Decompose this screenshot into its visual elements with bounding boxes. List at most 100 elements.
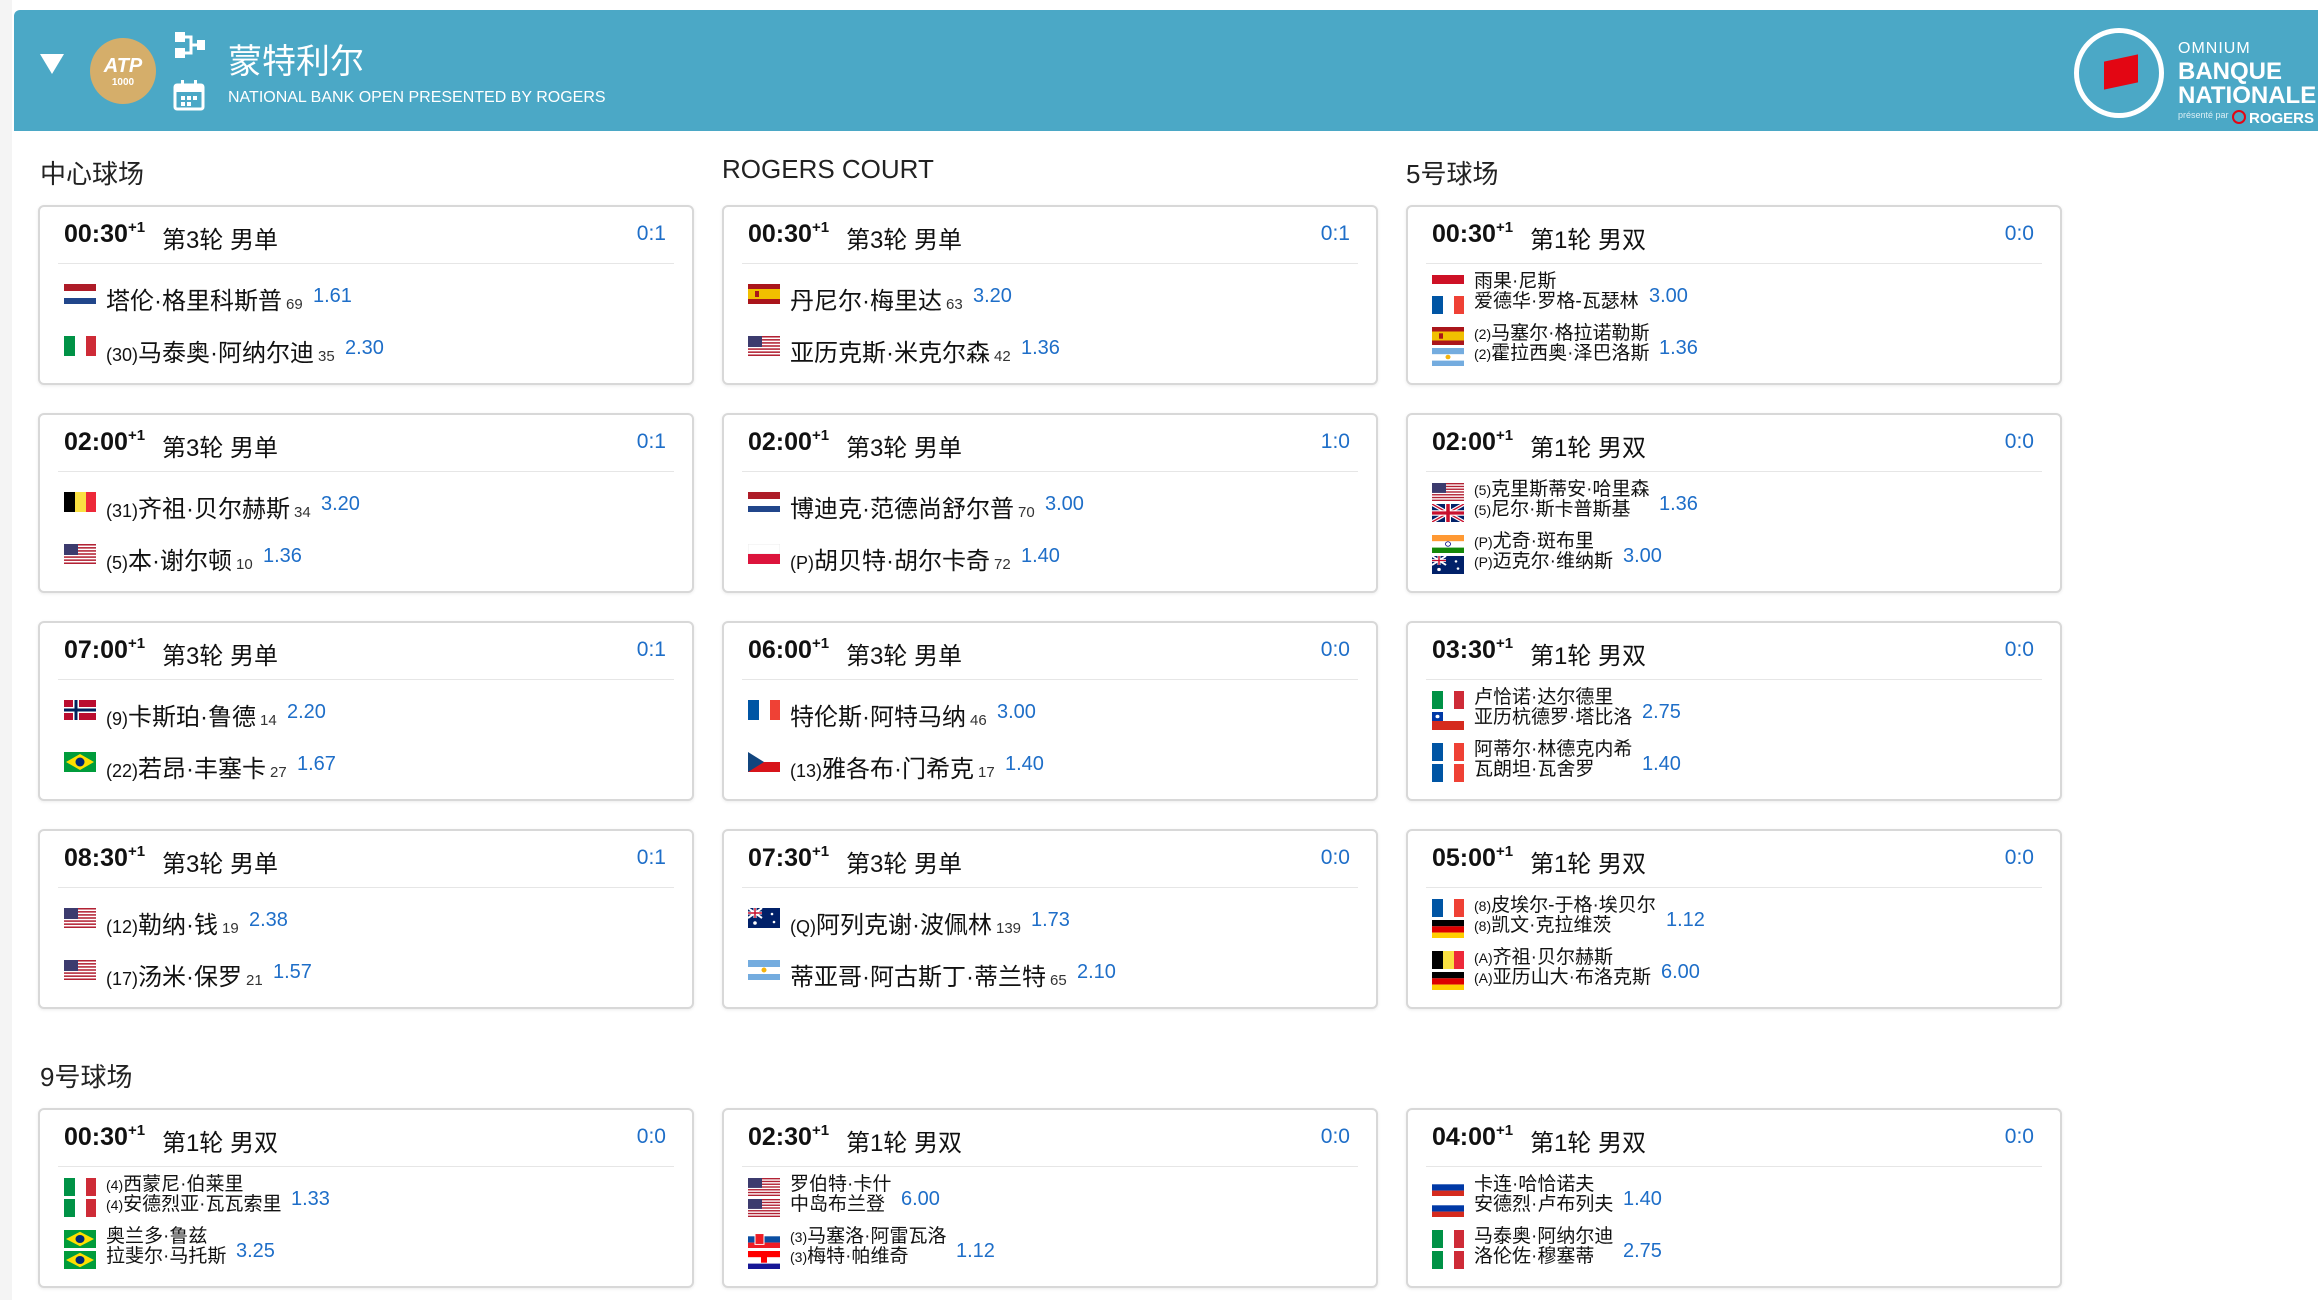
odds-value[interactable]: 1.67 bbox=[297, 753, 336, 776]
odds-value[interactable]: 1.73 bbox=[1031, 909, 1070, 932]
match-card[interactable]: 00:30+1 第3轮 男单 0:1 塔伦·格里科斯普 69 1.61 (30)马泰奥·阿纳… bbox=[38, 205, 694, 385]
match-score[interactable]: 0:0 bbox=[2005, 846, 2034, 870]
player-name[interactable]: (13)雅各布·门希克 17 bbox=[790, 749, 995, 784]
team-player-name[interactable]: 卡连·哈恰诺夫 bbox=[1474, 1175, 1594, 1195]
tournament-title[interactable]: 蒙特利尔 bbox=[228, 34, 364, 83]
odds-value[interactable]: 1.36 bbox=[1659, 337, 1698, 360]
team-player-name[interactable]: 中岛布兰登 bbox=[790, 1195, 885, 1215]
odds-value[interactable]: 2.75 bbox=[1642, 701, 1681, 724]
team-player-name[interactable]: 卢恰诺·达尔德里 bbox=[1474, 688, 1613, 708]
match-score[interactable]: 0:0 bbox=[1321, 1125, 1350, 1149]
odds-value[interactable]: 3.00 bbox=[1045, 493, 1084, 516]
match-card[interactable]: 02:00+1 第3轮 男单 0:1 (31)齐祖·贝尔赫斯 34 3.20 (5)本·谢尔… bbox=[38, 413, 694, 593]
player-name[interactable]: 博迪克·范德尚舒尔普 70 bbox=[790, 489, 1035, 524]
player-name[interactable]: (31)齐祖·贝尔赫斯 34 bbox=[106, 489, 311, 524]
match-card[interactable]: 05:00+1 第1轮 男双 0:0 (8)皮埃尔-于格·埃贝尔 (8)凯文·克拉维茨 1… bbox=[1406, 829, 2062, 1009]
odds-value[interactable]: 1.12 bbox=[1666, 909, 1705, 932]
team-player-name[interactable]: (P)迈克尔·维纳斯 bbox=[1474, 552, 1613, 572]
team-player-name[interactable]: 瓦朗坦·瓦舍罗 bbox=[1474, 760, 1594, 780]
match-score[interactable]: 0:0 bbox=[2005, 638, 2034, 662]
odds-value[interactable]: 3.25 bbox=[236, 1240, 275, 1263]
match-card[interactable]: 00:30+1 第3轮 男单 0:1 丹尼尔·梅里达 63 3.20 亚历克斯·米克尔森 42… bbox=[722, 205, 1378, 385]
odds-value[interactable]: 2.10 bbox=[1077, 961, 1116, 984]
odds-value[interactable]: 1.61 bbox=[313, 285, 352, 308]
odds-value[interactable]: 1.40 bbox=[1642, 753, 1681, 776]
odds-value[interactable]: 3.00 bbox=[1649, 285, 1688, 308]
odds-value[interactable]: 3.20 bbox=[973, 285, 1012, 308]
odds-value[interactable]: 2.38 bbox=[249, 909, 288, 932]
team-player-name[interactable]: (2)马塞尔·格拉诺勒斯 bbox=[1474, 324, 1649, 344]
match-score[interactable]: 0:0 bbox=[2005, 222, 2034, 246]
player-name[interactable]: 蒂亚哥·阿古斯丁·蒂兰特 65 bbox=[790, 957, 1067, 992]
odds-value[interactable]: 2.75 bbox=[1623, 1240, 1662, 1263]
player-name[interactable]: (17)汤米·保罗 21 bbox=[106, 957, 263, 992]
player-name[interactable]: 特伦斯·阿特马纳 46 bbox=[790, 697, 987, 732]
player-name[interactable]: 丹尼尔·梅里达 63 bbox=[790, 281, 963, 316]
player-name[interactable]: (12)勒纳·钱 19 bbox=[106, 905, 239, 940]
match-score[interactable]: 0:0 bbox=[1321, 846, 1350, 870]
match-score[interactable]: 0:0 bbox=[2005, 1125, 2034, 1149]
match-card[interactable]: 08:30+1 第3轮 男单 0:1 (12)勒纳·钱 19 2.38 (17)汤米·保罗 2… bbox=[38, 829, 694, 1009]
match-score[interactable]: 0:0 bbox=[1321, 638, 1350, 662]
odds-value[interactable]: 1.40 bbox=[1021, 545, 1060, 568]
team-player-name[interactable]: 拉斐尔·马托斯 bbox=[106, 1247, 226, 1267]
odds-value[interactable]: 1.33 bbox=[291, 1188, 330, 1211]
team-player-name[interactable]: 马泰奥·阿纳尔迪 bbox=[1474, 1227, 1613, 1247]
team-player-name[interactable]: 阿蒂尔·林德克内希 bbox=[1474, 740, 1632, 760]
odds-value[interactable]: 1.40 bbox=[1005, 753, 1044, 776]
odds-value[interactable]: 1.36 bbox=[1021, 337, 1060, 360]
odds-value[interactable]: 1.36 bbox=[263, 545, 302, 568]
team-player-name[interactable]: (5)克里斯蒂安·哈里森 bbox=[1474, 480, 1649, 500]
match-card[interactable]: 03:30+1 第1轮 男双 0:0 卢恰诺·达尔德里 亚历杭德罗·塔比洛 2.75 阿蒂尔… bbox=[1406, 621, 2062, 801]
match-card[interactable]: 07:30+1 第3轮 男单 0:0 (Q)阿列克谢·波佩林 139 1.73 蒂亚哥·阿古… bbox=[722, 829, 1378, 1009]
team-player-name[interactable]: (3)马塞洛·阿雷瓦洛 bbox=[790, 1227, 946, 1247]
match-score[interactable]: 0:1 bbox=[637, 638, 666, 662]
team-player-name[interactable]: (5)尼尔·斯卡普斯基 bbox=[1474, 500, 1630, 520]
match-score[interactable]: 0:1 bbox=[637, 222, 666, 246]
match-score[interactable]: 0:0 bbox=[637, 1125, 666, 1149]
team-player-name[interactable]: (4)西蒙尼·伯莱里 bbox=[106, 1175, 243, 1195]
player-name[interactable]: (30)马泰奥·阿纳尔迪 35 bbox=[106, 333, 335, 368]
match-card[interactable]: 07:00+1 第3轮 男单 0:1 (9)卡斯珀·鲁德 14 2.20 (22)若昂·丰塞… bbox=[38, 621, 694, 801]
match-card[interactable]: 00:30+1 第1轮 男双 0:0 雨果·尼斯 爱德华·罗格-瓦瑟林 3.00 (2)马塞… bbox=[1406, 205, 2062, 385]
player-name[interactable]: 塔伦·格里科斯普 69 bbox=[106, 281, 303, 316]
team-player-name[interactable]: 雨果·尼斯 bbox=[1474, 272, 1556, 292]
odds-value[interactable]: 2.20 bbox=[287, 701, 326, 724]
match-card[interactable]: 06:00+1 第3轮 男单 0:0 特伦斯·阿特马纳 46 3.00 (13)雅各布·门希… bbox=[722, 621, 1378, 801]
team-player-name[interactable]: 奥兰多·鲁兹 bbox=[106, 1227, 207, 1247]
odds-value[interactable]: 6.00 bbox=[1661, 961, 1700, 984]
team-player-name[interactable]: (4)安德烈亚·瓦瓦索里 bbox=[106, 1195, 281, 1215]
odds-value[interactable]: 1.57 bbox=[273, 961, 312, 984]
odds-value[interactable]: 3.00 bbox=[997, 701, 1036, 724]
match-score[interactable]: 0:1 bbox=[1321, 222, 1350, 246]
team-player-name[interactable]: (A)齐祖·贝尔赫斯 bbox=[1474, 948, 1613, 968]
team-player-name[interactable]: 罗伯特·卡什 bbox=[790, 1175, 891, 1195]
player-name[interactable]: 亚历克斯·米克尔森 42 bbox=[790, 333, 1011, 368]
odds-value[interactable]: 1.40 bbox=[1623, 1188, 1662, 1211]
odds-value[interactable]: 3.20 bbox=[321, 493, 360, 516]
team-player-name[interactable]: (8)凯文·克拉维茨 bbox=[1474, 916, 1611, 936]
team-player-name[interactable]: (P)尤奇·斑布里 bbox=[1474, 532, 1594, 552]
match-card[interactable]: 00:30+1 第1轮 男双 0:0 (4)西蒙尼·伯莱里 (4)安德烈亚·瓦瓦索里 1.… bbox=[38, 1108, 694, 1288]
match-score[interactable]: 0:0 bbox=[2005, 430, 2034, 454]
team-player-name[interactable]: (A)亚历山大·布洛克斯 bbox=[1474, 968, 1651, 988]
match-score[interactable]: 1:0 bbox=[1321, 430, 1350, 454]
odds-value[interactable]: 1.36 bbox=[1659, 493, 1698, 516]
player-name[interactable]: (9)卡斯珀·鲁德 14 bbox=[106, 697, 277, 732]
team-player-name[interactable]: (8)皮埃尔-于格·埃贝尔 bbox=[1474, 896, 1656, 916]
odds-value[interactable]: 6.00 bbox=[901, 1188, 940, 1211]
team-player-name[interactable]: 安德烈·卢布列夫 bbox=[1474, 1195, 1613, 1215]
match-score[interactable]: 0:1 bbox=[637, 430, 666, 454]
team-player-name[interactable]: 亚历杭德罗·塔比洛 bbox=[1474, 708, 1632, 728]
team-player-name[interactable]: 爱德华·罗格-瓦瑟林 bbox=[1474, 292, 1639, 312]
player-name[interactable]: (P)胡贝特·胡尔卡奇 72 bbox=[790, 541, 1011, 576]
match-card[interactable]: 02:30+1 第1轮 男双 0:0 罗伯特·卡什 中岛布兰登 6.00 (3)马塞洛·阿雷… bbox=[722, 1108, 1378, 1288]
match-card[interactable]: 02:00+1 第3轮 男单 1:0 博迪克·范德尚舒尔普 70 3.00 (P)胡贝特·胡… bbox=[722, 413, 1378, 593]
odds-value[interactable]: 2.30 bbox=[345, 337, 384, 360]
odds-value[interactable]: 3.00 bbox=[1623, 545, 1662, 568]
draw-bracket-icon[interactable] bbox=[172, 28, 206, 62]
match-card[interactable]: 04:00+1 第1轮 男双 0:0 卡连·哈恰诺夫 安德烈·卢布列夫 1.40 马泰奥·阿… bbox=[1406, 1108, 2062, 1288]
player-name[interactable]: (Q)阿列克谢·波佩林 139 bbox=[790, 905, 1021, 940]
team-player-name[interactable]: (2)霍拉西奥·泽巴洛斯 bbox=[1474, 344, 1649, 364]
calendar-icon[interactable] bbox=[172, 78, 206, 112]
